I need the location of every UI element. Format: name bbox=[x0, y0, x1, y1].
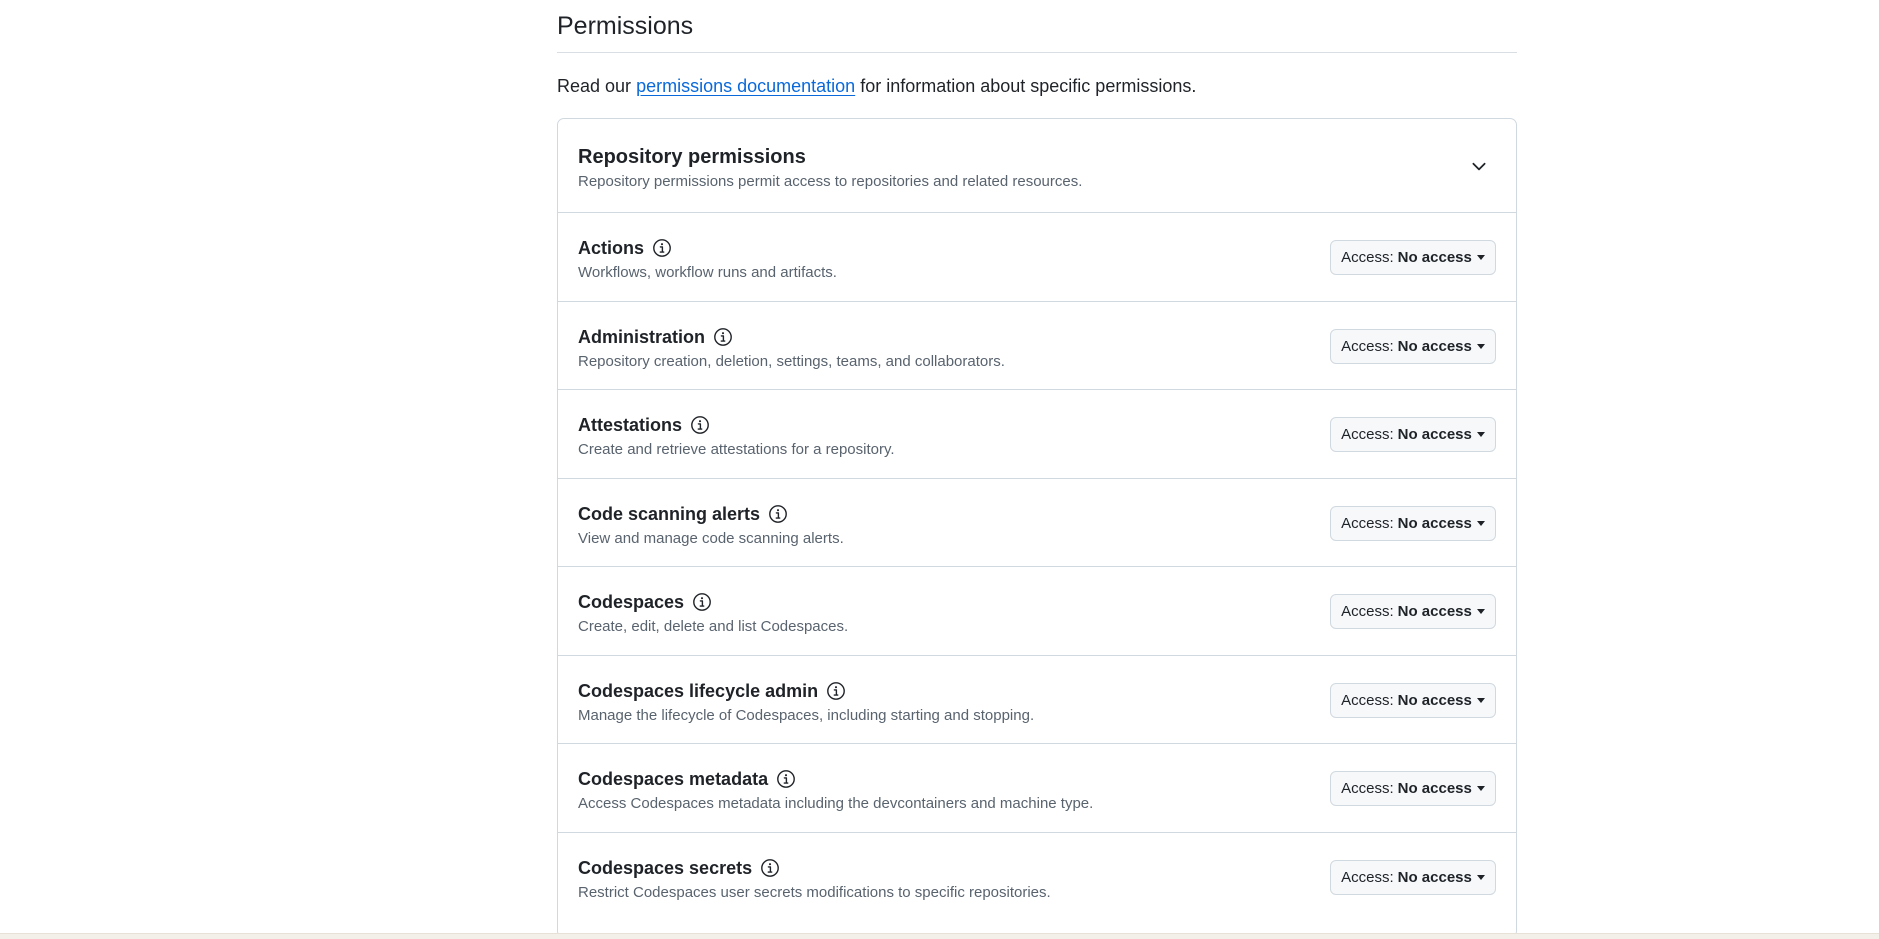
access-dropdown-button[interactable]: Access: No access bbox=[1330, 594, 1496, 629]
access-value: No access bbox=[1397, 868, 1472, 886]
permission-row: Administration Repository creation, dele… bbox=[558, 302, 1516, 390]
intro-prefix: Read our bbox=[557, 76, 637, 96]
caret-down-icon bbox=[1476, 609, 1485, 614]
access-dropdown-button[interactable]: Access: No access bbox=[1330, 682, 1496, 718]
access-label: Access: bbox=[1341, 249, 1394, 266]
permission-title: Codespaces lifecycle admin bbox=[578, 680, 819, 701]
page: Permissions Read our permissions documen… bbox=[0, 0, 1879, 939]
permission-title: Codespaces metadata bbox=[578, 769, 769, 789]
access-value: No access bbox=[1397, 691, 1472, 709]
permission-row: Codespaces lifecycle admin Manage the li… bbox=[558, 656, 1516, 744]
repository-permissions-panel: Repository permissions Repository permis… bbox=[557, 118, 1517, 938]
chevron-down-icon[interactable] bbox=[1470, 157, 1488, 175]
repository-permissions-title: Repository permissions bbox=[578, 146, 806, 168]
info-icon[interactable] bbox=[760, 858, 780, 878]
access-value: No access bbox=[1397, 514, 1472, 532]
access-label: Access: bbox=[1341, 868, 1394, 886]
repository-permissions-header[interactable]: Repository permissions Repository permis… bbox=[558, 119, 1516, 213]
access-label: Access: bbox=[1341, 426, 1394, 443]
info-icon[interactable] bbox=[692, 592, 712, 612]
access-dropdown-button[interactable]: Access: No access bbox=[1330, 328, 1496, 364]
access-label: Access: bbox=[1341, 514, 1394, 532]
info-icon[interactable] bbox=[690, 415, 710, 435]
caret-down-icon bbox=[1476, 255, 1485, 260]
access-value: No access bbox=[1397, 426, 1472, 443]
caret-down-icon bbox=[1476, 432, 1485, 437]
permission-row: Actions Workflows, workflow runs and art… bbox=[558, 213, 1516, 302]
access-dropdown-button[interactable]: Access: No access bbox=[1330, 505, 1496, 541]
permissions-section: Permissions Read our permissions documen… bbox=[557, 0, 1517, 938]
permissions-documentation-link[interactable]: permissions documentation bbox=[636, 76, 855, 96]
info-icon[interactable] bbox=[768, 504, 788, 524]
access-value: No access bbox=[1397, 603, 1472, 620]
caret-down-icon bbox=[1476, 343, 1485, 349]
bottom-edge bbox=[0, 933, 1879, 939]
permission-title: Attestations bbox=[578, 415, 683, 435]
info-icon[interactable] bbox=[776, 769, 796, 789]
access-label: Access: bbox=[1341, 603, 1394, 620]
permission-row: Codespaces metadata Access Codespaces me… bbox=[558, 744, 1516, 833]
permission-list: Actions Workflows, workflow runs and art… bbox=[558, 213, 1516, 921]
info-icon[interactable] bbox=[713, 327, 733, 347]
permission-row: Attestations Create and retrieve attesta… bbox=[558, 390, 1516, 479]
intro-suffix: for information about specific permissio… bbox=[855, 76, 1197, 96]
intro-text: Read our permissions documentation for i… bbox=[557, 74, 1517, 98]
caret-down-icon bbox=[1476, 520, 1485, 526]
permission-title: Code scanning alerts bbox=[578, 503, 761, 524]
access-label: Access: bbox=[1341, 691, 1394, 709]
access-label: Access: bbox=[1341, 337, 1394, 355]
access-dropdown-button[interactable]: Access: No access bbox=[1330, 240, 1496, 275]
caret-down-icon bbox=[1476, 874, 1485, 880]
caret-down-icon bbox=[1476, 786, 1485, 791]
permission-title: Actions bbox=[578, 238, 645, 258]
permission-row: Codespaces Create, edit, delete and list… bbox=[558, 567, 1516, 656]
permission-title: Codespaces bbox=[578, 592, 685, 612]
permission-title: Administration bbox=[578, 326, 706, 347]
access-label: Access: bbox=[1341, 780, 1394, 797]
permission-title: Codespaces secrets bbox=[578, 857, 753, 878]
access-value: No access bbox=[1397, 780, 1472, 797]
info-icon[interactable] bbox=[826, 681, 846, 701]
permission-row: Codespaces secrets Restrict Codespaces u… bbox=[558, 833, 1516, 922]
repository-permissions-description: Repository permissions permit access to … bbox=[578, 173, 1083, 190]
section-title: Permissions bbox=[557, 0, 1517, 53]
caret-down-icon bbox=[1476, 697, 1485, 703]
access-dropdown-button[interactable]: Access: No access bbox=[1330, 417, 1496, 452]
access-dropdown-button[interactable]: Access: No access bbox=[1330, 859, 1496, 895]
access-dropdown-button[interactable]: Access: No access bbox=[1330, 771, 1496, 806]
permission-row: Code scanning alerts View and manage cod… bbox=[558, 479, 1516, 567]
access-value: No access bbox=[1397, 249, 1472, 266]
info-icon[interactable] bbox=[652, 238, 672, 258]
access-value: No access bbox=[1397, 337, 1472, 355]
